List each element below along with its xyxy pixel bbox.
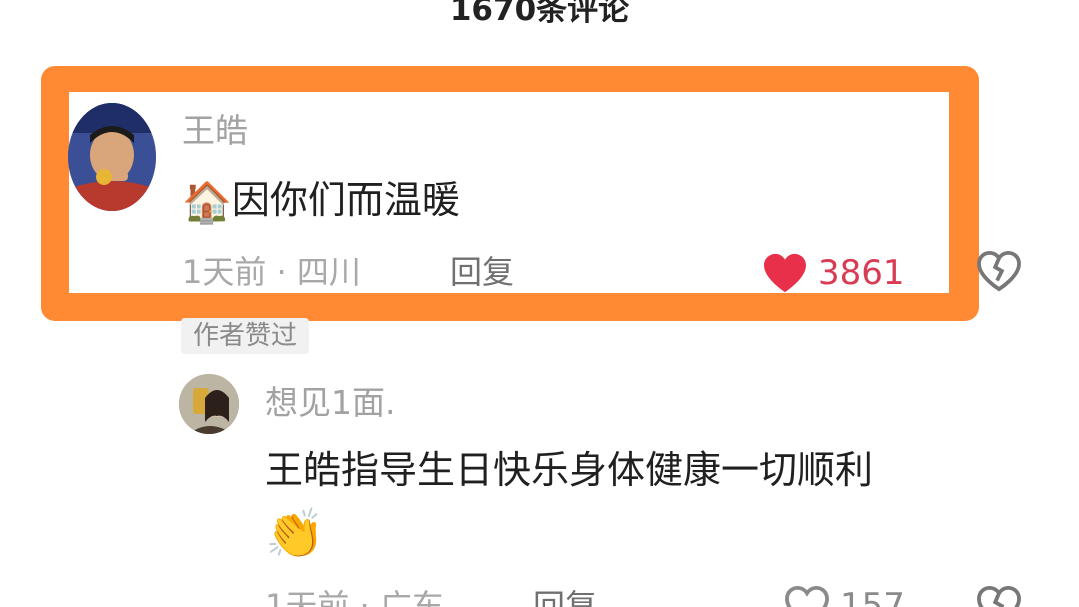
avatar[interactable]	[179, 374, 239, 434]
house-icon: 🏠	[182, 179, 232, 226]
like-button[interactable]: 3861	[762, 252, 905, 294]
avatar[interactable]	[68, 103, 156, 211]
reply-button[interactable]: 回复	[450, 252, 514, 292]
broken-heart-icon[interactable]	[976, 585, 1022, 607]
avatar-photo	[179, 374, 239, 434]
like-button[interactable]: 157	[784, 585, 905, 607]
heart-icon	[764, 253, 806, 293]
heart-outline-icon	[785, 585, 829, 607]
clapping-hands-icon: 👏	[265, 506, 325, 562]
comment-time-location: 1天前 · 广东	[265, 587, 444, 607]
reply-button[interactable]: 回复	[533, 586, 597, 607]
comment-text: 王皓指导生日快乐身体健康一切顺利	[265, 448, 874, 492]
broken-heart-icon[interactable]	[976, 250, 1022, 292]
comment-username[interactable]: 想见1面.	[265, 383, 396, 423]
author-liked-badge: 作者赞过	[181, 318, 310, 354]
comment-username[interactable]: 王皓	[182, 111, 248, 151]
comment-body: 🏠因你们而温暖	[182, 176, 460, 227]
comments-page: 1670条评论 王皓 🏠因你们而温暖 1天前 · 四川 回复 3861 作者赞过	[0, 0, 1079, 607]
comment-text: 因你们而温暖	[231, 178, 460, 222]
like-count: 157	[840, 586, 905, 607]
avatar-photo	[68, 103, 156, 211]
like-count: 3861	[818, 253, 905, 293]
comment-time-location: 1天前 · 四川	[182, 253, 361, 291]
comment-count-title: 1670条评论	[449, 0, 630, 28]
